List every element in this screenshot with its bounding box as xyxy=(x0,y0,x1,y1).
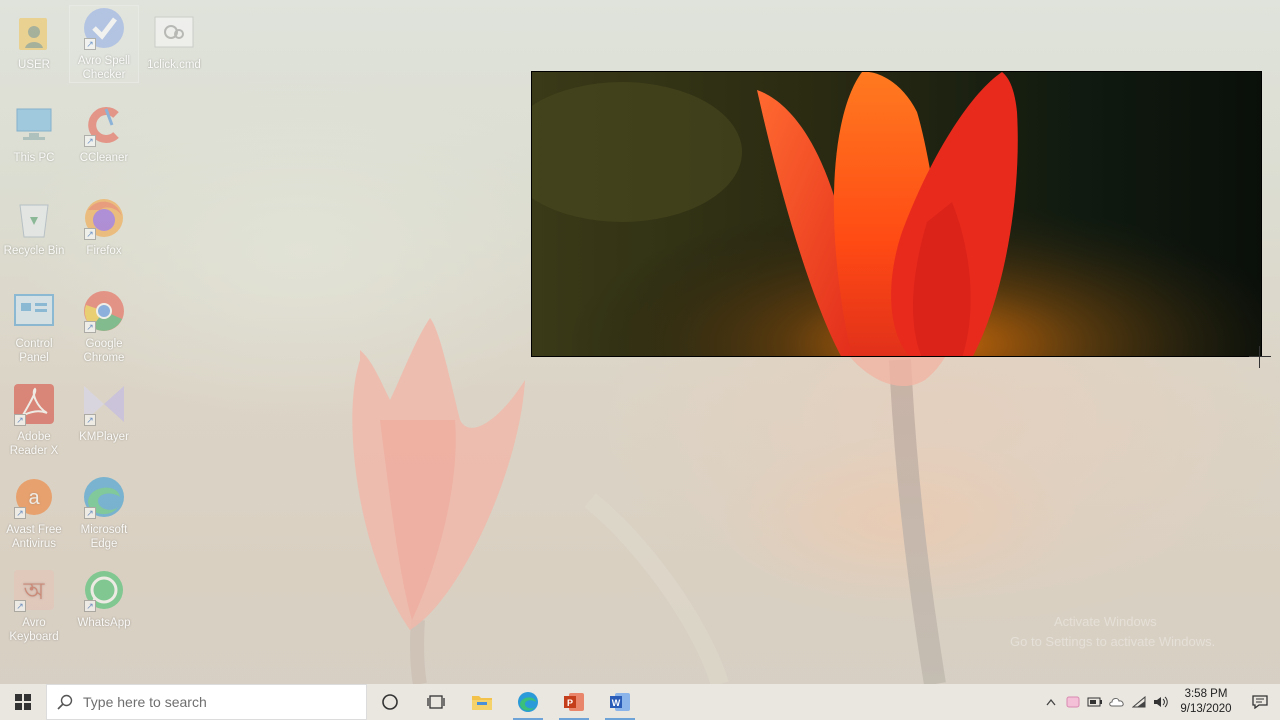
file-explorer-button[interactable] xyxy=(459,684,505,720)
desktop-icon-whatsapp[interactable]: ↗ WhatsApp xyxy=(70,568,138,630)
volume-button[interactable] xyxy=(1150,684,1172,720)
notification-icon xyxy=(1252,695,1268,709)
control-panel-icon xyxy=(12,289,56,333)
shortcut-arrow-icon: ↗ xyxy=(84,135,96,147)
task-view-icon xyxy=(427,695,445,709)
wifi-icon xyxy=(1132,696,1146,708)
battery-button[interactable] xyxy=(1084,684,1106,720)
this-pc-icon xyxy=(12,103,56,147)
recycle-bin-icon xyxy=(12,196,56,240)
desktop-icon-adobe-reader[interactable]: ↗ Adobe Reader X xyxy=(0,382,68,458)
desktop-icon-ccleaner[interactable]: ↗ CCleaner xyxy=(70,103,138,165)
onedrive-button[interactable] xyxy=(1106,684,1128,720)
speaker-icon xyxy=(1154,696,1168,708)
shortcut-arrow-icon: ↗ xyxy=(14,507,26,519)
avro-keyboard-icon: অ ↗ xyxy=(12,568,56,612)
svg-text:P: P xyxy=(567,698,573,708)
shortcut-arrow-icon: ↗ xyxy=(84,321,96,333)
windows-logo-icon xyxy=(15,694,31,710)
watermark-title: Activate Windows xyxy=(1054,614,1157,629)
clock-time: 3:58 PM xyxy=(1184,688,1228,700)
desktop-icon-avro-keyboard[interactable]: অ ↗ Avro Keyboard xyxy=(0,568,68,644)
edge-icon: ↗ xyxy=(82,475,126,519)
chevron-up-icon xyxy=(1046,698,1056,706)
crosshair-cursor-icon xyxy=(1249,346,1271,368)
desktop-icon-avast[interactable]: a ↗ Avast Free Antivirus xyxy=(0,475,68,551)
shortcut-arrow-icon: ↗ xyxy=(84,600,96,612)
system-tray: 3:58 PM 9/13/2020 xyxy=(1040,684,1280,720)
desktop-icon-1click-cmd[interactable]: 1click.cmd xyxy=(140,10,208,72)
desktop-icon-this-pc[interactable]: This PC xyxy=(0,103,68,165)
edge-taskbar-button[interactable] xyxy=(505,684,551,720)
taskbar-search-box[interactable] xyxy=(46,684,367,720)
user-folder-icon xyxy=(12,10,56,54)
whatsapp-icon: ↗ xyxy=(82,568,126,612)
ccleaner-icon: ↗ xyxy=(82,103,126,147)
watermark-subtitle: Go to Settings to activate Windows. xyxy=(1010,634,1216,649)
avast-icon: a ↗ xyxy=(12,475,56,519)
tray-app-button[interactable] xyxy=(1062,684,1084,720)
search-input[interactable] xyxy=(83,694,353,710)
svg-text:W: W xyxy=(612,698,621,708)
desktop-icon-google-chrome[interactable]: ↗ Google Chrome xyxy=(70,289,138,365)
taskbar-clock[interactable]: 3:58 PM 9/13/2020 xyxy=(1176,687,1236,717)
powerpoint-icon: P xyxy=(564,693,584,711)
action-center-button[interactable] xyxy=(1240,684,1280,720)
cortana-icon xyxy=(382,694,398,710)
powerpoint-taskbar-button[interactable]: P xyxy=(551,684,597,720)
word-taskbar-button[interactable]: W xyxy=(597,684,643,720)
avro-spell-checker-icon: ↗ xyxy=(82,6,126,50)
tray-app-icon xyxy=(1066,696,1080,708)
snip-selection[interactable] xyxy=(531,71,1262,357)
shortcut-arrow-icon: ↗ xyxy=(84,228,96,240)
desktop-icon-kmplayer[interactable]: ↗ KMPlayer xyxy=(70,382,138,444)
desktop-icon-avro-spell-checker[interactable]: ↗ Avro Spell Checker xyxy=(69,5,139,83)
desktop-icon-user[interactable]: USER xyxy=(0,10,68,72)
desktop-icon-firefox[interactable]: ↗ Firefox xyxy=(70,196,138,258)
desktop-icon-recycle-bin[interactable]: Recycle Bin xyxy=(0,196,68,258)
cortana-button[interactable] xyxy=(367,684,413,720)
shortcut-arrow-icon: ↗ xyxy=(84,38,96,50)
file-explorer-icon xyxy=(472,696,492,710)
start-button[interactable] xyxy=(0,684,46,720)
adobe-reader-icon: ↗ xyxy=(12,382,56,426)
edge-icon xyxy=(518,692,538,712)
shortcut-arrow-icon: ↗ xyxy=(14,600,26,612)
word-icon: W xyxy=(610,693,630,711)
cmd-file-icon xyxy=(152,10,196,54)
desktop-icon-control-panel[interactable]: Control Panel xyxy=(0,289,68,365)
svg-text:অ: অ xyxy=(23,577,46,605)
battery-icon xyxy=(1087,697,1102,707)
task-view-button[interactable] xyxy=(413,684,459,720)
network-button[interactable] xyxy=(1128,684,1150,720)
snip-preview-image xyxy=(532,72,1261,356)
shortcut-arrow-icon: ↗ xyxy=(14,414,26,426)
svg-text:a: a xyxy=(28,487,40,509)
taskbar: P W 3:58 PM 9/13/2020 xyxy=(0,684,1280,720)
cloud-icon xyxy=(1109,698,1124,707)
firefox-icon: ↗ xyxy=(82,196,126,240)
show-hidden-icons-button[interactable] xyxy=(1040,684,1062,720)
shortcut-arrow-icon: ↗ xyxy=(84,414,96,426)
kmplayer-icon: ↗ xyxy=(82,382,126,426)
clock-date: 9/13/2020 xyxy=(1180,703,1232,715)
shortcut-arrow-icon: ↗ xyxy=(84,507,96,519)
chrome-icon: ↗ xyxy=(82,289,126,333)
search-icon xyxy=(57,694,73,710)
activate-windows-watermark: Activate Windows Go to Settings to activ… xyxy=(1010,612,1215,652)
desktop-icon-microsoft-edge[interactable]: ↗ Microsoft Edge xyxy=(70,475,138,551)
